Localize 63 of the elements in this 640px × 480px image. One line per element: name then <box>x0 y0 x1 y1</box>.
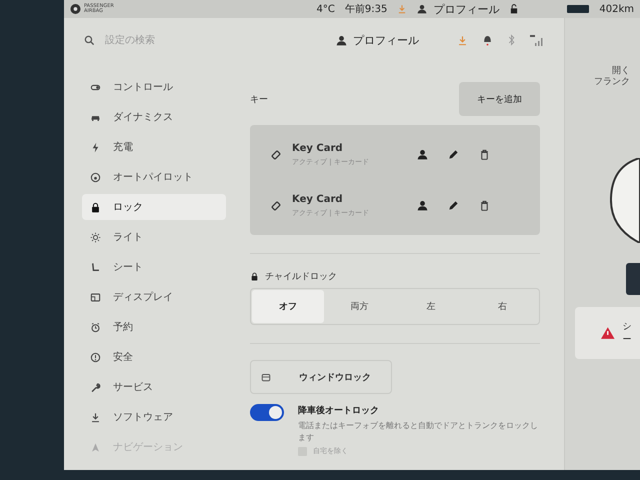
key-card-icon <box>270 200 282 212</box>
key-name: Key Card <box>292 142 344 154</box>
lightning-icon <box>90 142 101 152</box>
temperature: 4°C <box>316 4 335 14</box>
display-icon <box>90 292 101 302</box>
window-icon <box>261 372 271 382</box>
seat-icon <box>90 262 101 272</box>
sun-icon <box>90 232 101 242</box>
lock-icon <box>90 202 101 212</box>
sidebar-item[interactable]: 安全 <box>82 344 226 370</box>
frunk-action-label[interactable]: 開く <box>612 66 630 77</box>
sidebar-item[interactable]: サービス <box>82 374 226 400</box>
search-field[interactable]: 設定の検索 <box>103 34 227 46</box>
download-icon <box>90 412 101 422</box>
sidebar-item[interactable]: ソフトウェア <box>82 404 226 430</box>
section-title: チャイルドロック <box>265 271 337 283</box>
sidebar-item[interactable]: オートパイロット <box>82 164 226 190</box>
sidebar-item[interactable]: ディスプレイ <box>82 284 226 310</box>
sidebar-item[interactable]: コントロール <box>82 74 226 100</box>
person-icon[interactable] <box>417 200 428 211</box>
clock-time: 午前9:35 <box>344 3 388 16</box>
lock-icon <box>250 272 259 281</box>
person-icon <box>417 4 428 14</box>
key-name: Key Card <box>292 194 344 204</box>
setting-description: 電話またはキーフォブを離れると自動でドアとトランクをロックします <box>298 420 539 444</box>
info-icon <box>90 352 101 362</box>
sidebar-item[interactable]: ダイナミクス <box>82 104 226 130</box>
airbag-icon <box>70 3 81 15</box>
signal-icon <box>530 34 544 46</box>
segment-option[interactable]: 左 <box>395 290 466 323</box>
add-key-button[interactable]: キーを追加 <box>459 82 540 116</box>
sidebar-item[interactable]: ライト <box>82 224 226 250</box>
pencil-icon[interactable] <box>448 149 459 160</box>
setting-label: 降車後オートロック <box>298 404 380 417</box>
wrench-icon <box>90 382 101 392</box>
trash-icon[interactable] <box>479 200 490 211</box>
alarm-clock-icon <box>90 322 101 332</box>
section-title: キー <box>250 94 268 106</box>
alert-text: シー <box>622 320 633 346</box>
key-card-icon <box>270 148 282 160</box>
battery-icon <box>567 5 590 13</box>
trash-icon[interactable] <box>479 149 490 160</box>
profile-label[interactable]: プロフィール <box>353 32 419 48</box>
pencil-icon[interactable] <box>448 200 459 211</box>
person-icon <box>336 34 347 46</box>
range-reading: 402km <box>599 4 634 14</box>
window-lock-button[interactable]: ウィンドウロック <box>250 360 392 394</box>
sidebar-item[interactable]: 充電 <box>82 134 226 160</box>
search-icon <box>84 34 95 46</box>
navigation-icon <box>90 442 101 452</box>
frunk-label[interactable]: フランク <box>594 76 630 88</box>
bell-icon[interactable] <box>482 34 493 46</box>
sidebar-item[interactable]: 予約 <box>82 314 226 340</box>
segment-option[interactable]: 右 <box>466 290 538 323</box>
segment-option[interactable]: オフ <box>252 290 324 323</box>
unlocked-padlock-icon[interactable] <box>509 4 520 14</box>
segment-option[interactable]: 両方 <box>324 290 395 323</box>
sidebar-item[interactable]: シート <box>82 254 226 280</box>
toggle-switch[interactable] <box>250 404 284 421</box>
person-icon[interactable] <box>417 149 428 160</box>
profile-label[interactable]: プロフィール <box>433 2 500 16</box>
steering-wheel-icon <box>90 172 101 182</box>
sidebar-item[interactable]: ロック <box>82 194 226 220</box>
